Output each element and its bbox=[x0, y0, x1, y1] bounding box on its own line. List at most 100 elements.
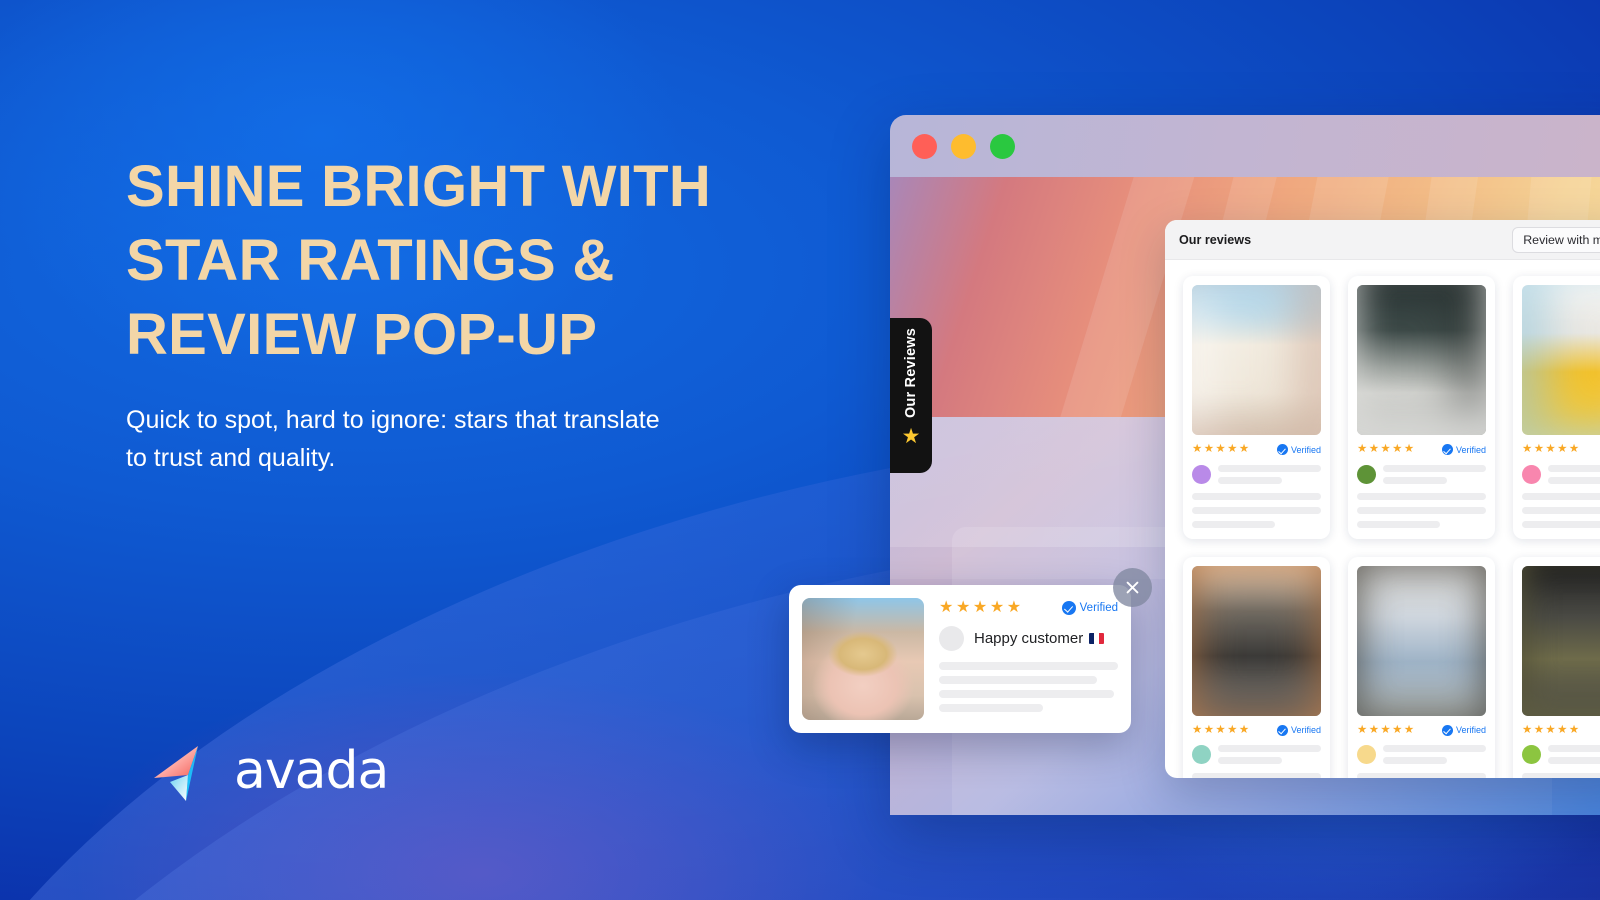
skeleton-line bbox=[1548, 757, 1600, 764]
review-text-placeholder bbox=[1522, 773, 1600, 778]
review-card[interactable]: ★★★★★ Verified bbox=[1183, 276, 1330, 539]
star-rating: ★★★★★ bbox=[1357, 723, 1416, 736]
review-card[interactable]: ★★★★★Verified bbox=[1348, 276, 1495, 539]
skeleton-line bbox=[939, 690, 1115, 698]
avatar bbox=[939, 626, 964, 651]
skeleton-line bbox=[1383, 745, 1486, 752]
review-card-author-row bbox=[1522, 464, 1600, 484]
skeleton-line bbox=[1522, 506, 1600, 514]
window-minimize-dot[interactable] bbox=[951, 133, 976, 159]
star-rating: ★★★★★ bbox=[1192, 443, 1251, 455]
review-card-rating-row: ★★★★★ Verified bbox=[1357, 723, 1486, 737]
author-name-placeholder bbox=[1383, 464, 1486, 484]
review-card-image bbox=[1192, 285, 1321, 435]
france-flag-icon bbox=[1089, 633, 1105, 644]
review-with-me-button[interactable]: Review with me bbox=[1512, 226, 1600, 253]
popup-verified-label: Verified bbox=[1079, 602, 1118, 614]
star-rating: ★★★★★ bbox=[1192, 723, 1251, 736]
verified-check-icon bbox=[1441, 724, 1453, 736]
skeleton-line bbox=[1383, 476, 1447, 484]
star-rating: ★★★★★ bbox=[1522, 723, 1581, 736]
skeleton-line bbox=[1192, 520, 1275, 528]
hero-copy: SHINE BRIGHT WITH STAR RATINGS & REVIEW … bbox=[126, 150, 786, 477]
review-card-rating-row: ★★★★★ Verified bbox=[1192, 723, 1321, 737]
review-card-image bbox=[1357, 565, 1486, 716]
popup-rating-row: ★★★★★ Verified bbox=[939, 600, 1118, 616]
skeleton-line bbox=[1192, 773, 1321, 778]
avada-logo-text: avada bbox=[234, 741, 389, 801]
skeleton-line bbox=[1357, 506, 1486, 514]
close-icon[interactable] bbox=[1113, 568, 1152, 607]
review-card-author-row bbox=[1192, 464, 1321, 484]
review-card[interactable]: ★★★★★Verified bbox=[1513, 276, 1600, 539]
star-rating: ★★★★★ bbox=[1522, 443, 1581, 455]
skeleton-line bbox=[1522, 492, 1600, 500]
author-name-placeholder bbox=[1218, 745, 1321, 764]
review-card-rating-row: ★★★★★ Verified bbox=[1192, 443, 1321, 456]
review-card-author-row bbox=[1192, 745, 1321, 764]
verified-label: Verified bbox=[1455, 725, 1486, 736]
skeleton-line bbox=[1218, 757, 1282, 764]
verified-badge: Verified bbox=[1441, 444, 1486, 456]
verified-badge: Verified bbox=[1276, 444, 1321, 456]
popup-customer-name: Happy customer bbox=[974, 630, 1084, 647]
avada-paper-plane-icon bbox=[148, 735, 220, 807]
review-card-image bbox=[1522, 565, 1600, 716]
skeleton-line bbox=[1357, 773, 1486, 778]
headline-line-2: STAR RATINGS & bbox=[126, 228, 615, 294]
review-card-image bbox=[1357, 285, 1486, 435]
review-text-placeholder bbox=[1357, 492, 1486, 528]
hero-subheadline: Quick to spot, hard to ignore: stars tha… bbox=[126, 405, 660, 472]
our-reviews-side-tab[interactable]: Our Reviews ★ bbox=[890, 318, 932, 473]
popup-review-content: ★★★★★ Verified Happy customer bbox=[939, 598, 1118, 720]
skeleton-line bbox=[1357, 492, 1486, 500]
reviews-panel-header: Our reviews Review with me bbox=[1165, 220, 1600, 260]
popup-user-row: Happy customer bbox=[939, 626, 1118, 651]
review-text-placeholder bbox=[1522, 492, 1600, 528]
verified-check-icon bbox=[1441, 444, 1453, 456]
skeleton-line bbox=[1522, 520, 1600, 528]
review-card-author-row bbox=[1357, 464, 1486, 484]
verified-label: Verified bbox=[1290, 444, 1321, 455]
review-card-rating-row: ★★★★★Verified bbox=[1522, 443, 1600, 456]
reviews-grid: ★★★★★ Verified ★★★★★ Verified ★★★★★ Verified ★… bbox=[1165, 260, 1600, 778]
skeleton-line bbox=[1383, 757, 1447, 764]
skeleton-line bbox=[1192, 492, 1321, 500]
avatar bbox=[1522, 745, 1541, 764]
skeleton-line bbox=[1548, 745, 1600, 752]
skeleton-line bbox=[1218, 476, 1282, 484]
review-popup-card[interactable]: ★★★★★ Verified Happy customer bbox=[789, 585, 1131, 733]
review-text-placeholder bbox=[1357, 773, 1486, 778]
verified-badge: Verified bbox=[1441, 724, 1486, 736]
review-card[interactable]: ★★★★★Verified bbox=[1513, 556, 1600, 778]
author-name-placeholder bbox=[1218, 464, 1321, 484]
browser-title-bar bbox=[890, 115, 1600, 177]
verified-check-icon bbox=[1276, 444, 1288, 456]
review-card-author-row bbox=[1357, 745, 1486, 764]
review-card[interactable]: ★★★★★ Verified bbox=[1183, 556, 1330, 778]
popup-user-details: Happy customer bbox=[974, 630, 1118, 647]
headline-line-1: SHINE BRIGHT WITH bbox=[126, 154, 712, 219]
window-close-dot[interactable] bbox=[912, 133, 937, 159]
review-text-placeholder bbox=[1192, 492, 1321, 528]
skeleton-line bbox=[1218, 464, 1321, 472]
skeleton-line bbox=[1218, 745, 1321, 752]
avada-logo: avada bbox=[148, 735, 389, 807]
reviews-panel: Our reviews Review with me ★★★★★ Verified… bbox=[1165, 220, 1600, 778]
avatar bbox=[1357, 745, 1376, 764]
skeleton-line bbox=[1522, 773, 1600, 778]
verified-label: Verified bbox=[1290, 725, 1321, 736]
review-card-image bbox=[1522, 285, 1600, 435]
skeleton-line bbox=[939, 704, 1043, 712]
page-title: SHINE BRIGHT WITH STAR RATINGS & REVIEW … bbox=[126, 150, 786, 373]
window-maximize-dot[interactable] bbox=[990, 133, 1015, 159]
verified-label: Verified bbox=[1455, 444, 1486, 455]
headline-line-3: REVIEW POP-UP bbox=[126, 302, 598, 368]
close-x-glyph bbox=[1126, 581, 1139, 594]
skeleton-line bbox=[1548, 476, 1600, 484]
review-card[interactable]: ★★★★★ Verified bbox=[1348, 556, 1495, 778]
author-name-placeholder bbox=[1548, 464, 1600, 484]
author-name-placeholder bbox=[1383, 745, 1486, 764]
skeleton-line bbox=[1548, 464, 1600, 472]
skeleton-line bbox=[1383, 464, 1486, 472]
